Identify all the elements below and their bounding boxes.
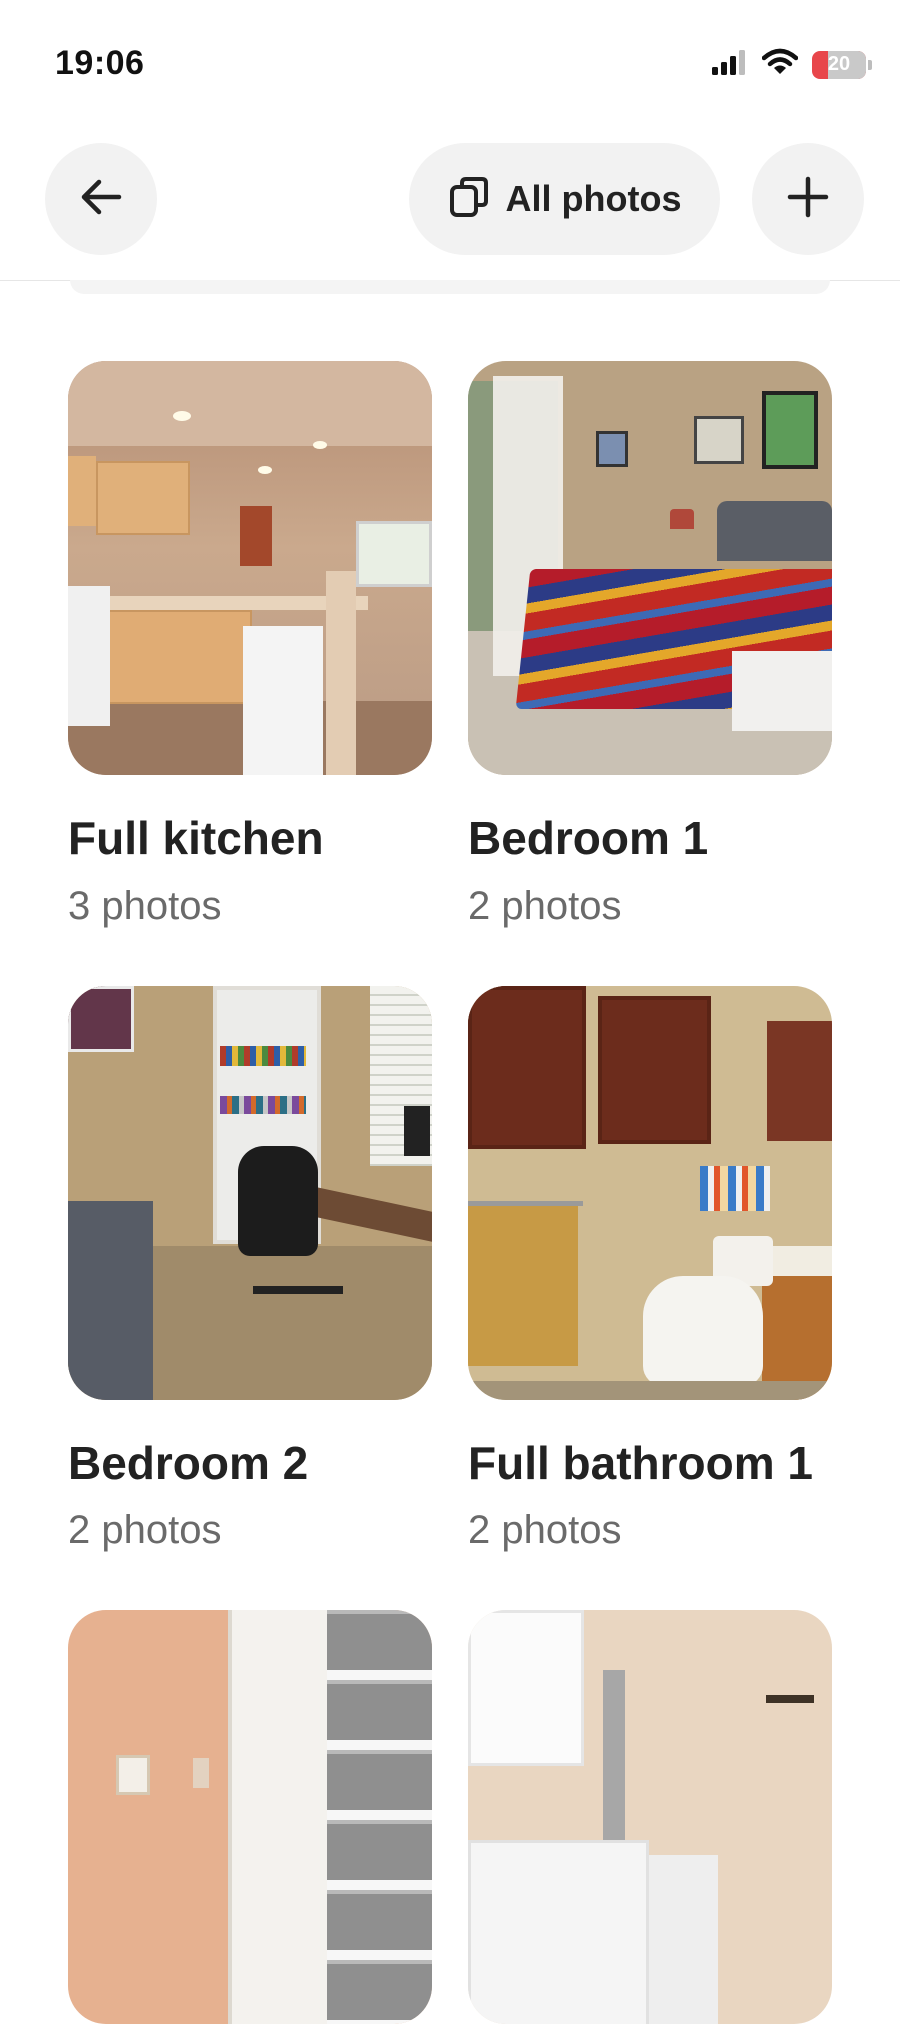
status-bar: 19:06 20 (0, 0, 900, 130)
room-photo-partial-2[interactable] (468, 1610, 832, 2024)
room-card-bedroom-2[interactable]: Bedroom 2 2 photos (68, 985, 432, 1553)
battery-level: 20 (827, 53, 851, 75)
room-photo-bathroom-1[interactable] (468, 985, 832, 1400)
room-photo-bedroom-1[interactable] (468, 361, 832, 775)
room-card-full-kitchen[interactable]: Full kitchen 3 photos (68, 361, 432, 928)
room-photo-count: 2 photos (468, 1508, 622, 1553)
all-photos-label: All photos (505, 178, 682, 219)
signal-icon (712, 49, 748, 80)
battery-icon: 20 (812, 50, 872, 79)
room-title: Bedroom 1 (468, 812, 709, 864)
room-photo-count: 2 photos (468, 883, 622, 928)
scroll-edge-strip (70, 280, 830, 294)
status-time: 19:06 (55, 44, 145, 82)
back-button[interactable] (45, 143, 157, 255)
top-nav-header: All photos (0, 130, 900, 281)
room-photo-partial-1[interactable] (68, 1610, 432, 2024)
wifi-icon (761, 48, 799, 81)
plus-icon (786, 175, 830, 224)
battery-indicator: 20 (812, 50, 866, 79)
arrow-left-icon (79, 177, 123, 222)
stacked-photos-icon (448, 175, 492, 224)
all-photos-button[interactable]: All photos (409, 143, 720, 255)
room-title: Bedroom 2 (68, 1436, 309, 1489)
room-card-bedroom-1[interactable]: Bedroom 1 2 photos (468, 361, 832, 928)
room-photo-grid: Full kitchen 3 photos Bedroom 1 2 photos (68, 361, 832, 2024)
room-card-full-bathroom-1[interactable]: Full bathroom 1 2 photos (468, 985, 832, 1553)
add-button[interactable] (752, 143, 864, 255)
room-title: Full kitchen (68, 812, 324, 864)
room-title: Full bathroom 1 (468, 1436, 813, 1489)
room-card-partial-1[interactable] (68, 1610, 432, 2024)
room-photo-bedroom-2[interactable] (68, 985, 432, 1400)
room-photo-count: 3 photos (68, 883, 222, 928)
room-photo-count: 2 photos (68, 1508, 222, 1553)
room-photo-kitchen[interactable] (68, 361, 432, 775)
room-card-partial-2[interactable] (468, 1610, 832, 2024)
status-icons: 20 (712, 48, 872, 81)
